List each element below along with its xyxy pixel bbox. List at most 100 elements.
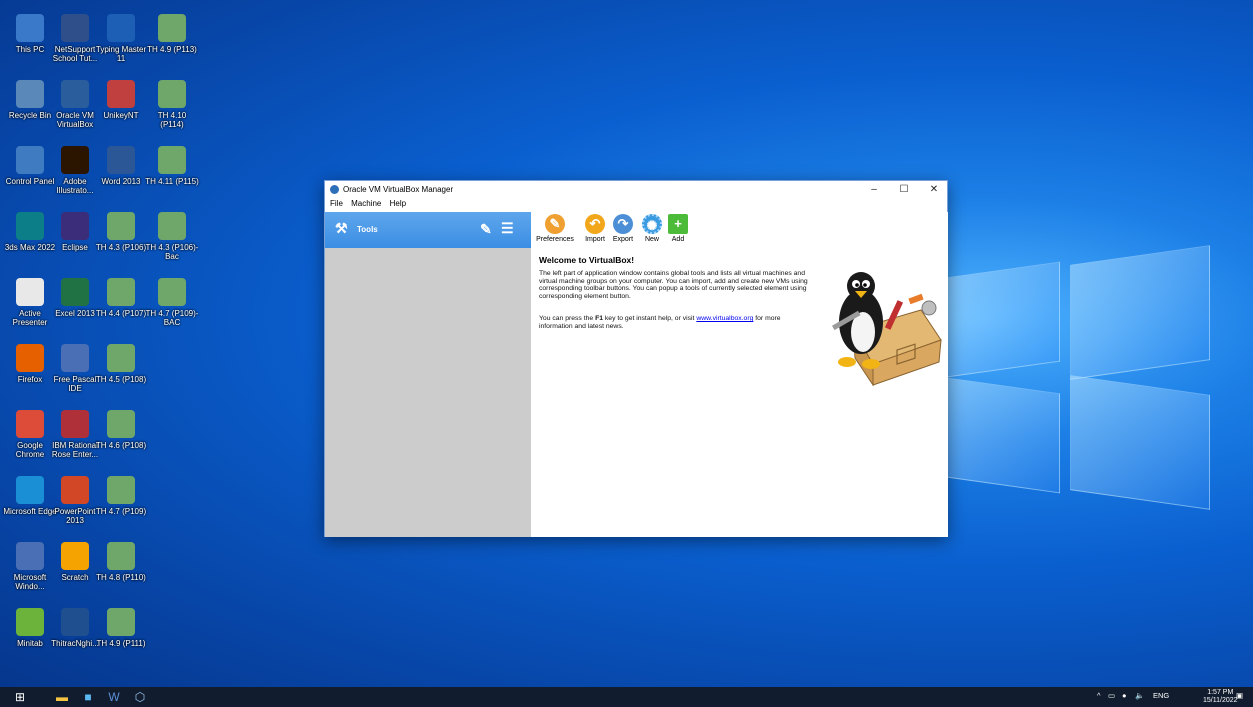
export-button[interactable]: ↷ Export [611, 214, 635, 243]
desktop-icon-label: Typing Master 11 [95, 45, 147, 63]
new-button[interactable]: ✺ New [641, 214, 663, 243]
excel-file-icon [107, 344, 135, 372]
welcome-title: Welcome to VirtualBox! [539, 255, 635, 265]
desktop-icon-label: TH 4.5 (P108) [95, 375, 147, 384]
tools-menu-icon[interactable]: ☰ [501, 220, 514, 237]
close-button[interactable]: ✕ [921, 182, 947, 197]
desktop-icon-excel-file[interactable]: TH 4.11 (P115) [145, 144, 199, 206]
export-label: Export [612, 236, 634, 243]
desktop-icon-excel-file[interactable]: TH 4.4 (P107) [94, 276, 148, 338]
desktop-icon-label: TH 4.4 (P107) [95, 309, 147, 318]
desktop-icon-typing-master[interactable]: Typing Master 11 [94, 12, 148, 74]
menu-file[interactable]: File [330, 199, 343, 208]
desktop-icon-excel-file[interactable]: TH 4.10 (P114) [145, 78, 199, 140]
menu-help[interactable]: Help [390, 199, 406, 208]
virtualbox-icon [61, 80, 89, 108]
excel-file-icon [107, 608, 135, 636]
clock[interactable]: 1:57 PM 15/11/2022 [1203, 689, 1238, 705]
illustrator-icon [61, 146, 89, 174]
desktop-icon-excel-file[interactable]: TH 4.7 (P109) [94, 474, 148, 536]
excel-file-icon [158, 212, 186, 240]
excel-file-icon [107, 212, 135, 240]
desktop-icon-excel-file[interactable]: TH 4.3 (P106) [94, 210, 148, 272]
free-pascal-icon [61, 344, 89, 372]
desktop-icon-label: TH 4.8 (P110) [96, 573, 146, 582]
new-icon: ✺ [642, 214, 662, 234]
computer-icon [16, 14, 44, 42]
preferences-label: Preferences [536, 236, 574, 243]
maximize-button[interactable]: ☐ [891, 182, 917, 197]
preferences-button[interactable]: ✎ Preferences [535, 214, 575, 243]
export-icon: ↷ [613, 214, 633, 234]
welcome-pane: ✎ Preferences ↶ Import ↷ Export ✺ New + … [531, 212, 948, 537]
preferences-icon: ✎ [545, 214, 565, 234]
math-icon [16, 542, 44, 570]
welcome-text: The left part of application window cont… [539, 270, 808, 300]
desktop-icon-excel-file[interactable]: TH 4.5 (P108) [94, 342, 148, 404]
desktop-icon-excel-file[interactable]: TH 4.3 (P106)-Bac [145, 210, 199, 272]
firefox-icon [16, 344, 44, 372]
excel-icon [61, 278, 89, 306]
language-indicator[interactable]: ENG [1153, 691, 1169, 700]
netsupport-icon [61, 14, 89, 42]
chevron-up-icon[interactable]: ^ [1097, 691, 1101, 700]
start-windows-icon[interactable]: ⊞ [12, 689, 28, 705]
f1-key: F1 [595, 315, 603, 322]
desktop-icon-label: TH 4.7 (P109) [95, 507, 147, 516]
control-panel-icon [16, 146, 44, 174]
tools-label: Tools [357, 225, 378, 234]
desktop-icon-label: TH 4.7 (P109)-BAC [145, 309, 199, 327]
window-title: Oracle VM VirtualBox Manager [343, 185, 454, 194]
network-icon[interactable]: ▭ [1108, 691, 1115, 700]
typing-master-icon [107, 14, 135, 42]
word-taskbar-icon[interactable]: W [106, 689, 122, 705]
machine-list-pane[interactable]: ⚒ Tools ✎ ☰ [325, 212, 531, 537]
chrome-icon [16, 410, 44, 438]
desktop-icon-excel-file[interactable]: TH 4.7 (P109)-BAC [145, 276, 199, 338]
netsupport-taskbar-icon[interactable]: ■ [80, 689, 96, 705]
excel-file-icon [107, 278, 135, 306]
unikey-icon [107, 80, 135, 108]
title-bar[interactable]: Oracle VM VirtualBox Manager – ☐ ✕ [325, 181, 947, 199]
desktop-icon-label: TH 4.10 (P114) [157, 111, 187, 129]
desktop-icon-label: TH 4.9 (P111) [96, 639, 146, 648]
desktop-icon-unikey[interactable]: UnikeyNT [94, 78, 148, 140]
device-icon[interactable]: ● [1122, 691, 1127, 700]
tools-item[interactable]: ⚒ Tools ✎ ☰ [325, 212, 531, 248]
desktop-icon-label: TH 4.6 (P108) [95, 441, 147, 450]
desktop-icon-excel-file[interactable]: TH 4.9 (P111) [94, 606, 148, 668]
excel-file-icon [158, 278, 186, 306]
desktop-icon-label: TH 4.3 (P106)-Bac [145, 243, 199, 261]
menu-bar: File Machine Help [325, 199, 947, 212]
scratch-icon [61, 542, 89, 570]
notification-icon[interactable]: ▣ [1236, 691, 1243, 700]
desktop-icon-excel-file[interactable]: TH 4.8 (P110) [94, 540, 148, 602]
recycle-bin-icon [16, 80, 44, 108]
active-presenter-icon [16, 278, 44, 306]
import-button[interactable]: ↶ Import [583, 214, 607, 243]
virtualbox-link[interactable]: www.virtualbox.org [696, 315, 753, 322]
welcome-illustration-icon [832, 272, 942, 387]
add-button[interactable]: + Add [667, 214, 689, 243]
excel-file-icon [107, 476, 135, 504]
menu-machine[interactable]: Machine [351, 199, 381, 208]
desktop-icon-label: TH 4.11 (P115) [145, 177, 199, 186]
excel-file-icon [158, 80, 186, 108]
clock-time: 1:57 PM [1207, 689, 1234, 696]
excel-file-icon [158, 14, 186, 42]
taskbar: ⊞ ▬ ■ W ⬡ ^ ▭ ● 🔈 ENG 1:57 PM 15/11/2022… [0, 687, 1253, 707]
desktop-icon-excel-file[interactable]: TH 4.9 (P113) [145, 12, 199, 74]
virtualbox-manager-window[interactable]: Oracle VM VirtualBox Manager – ☐ ✕ File … [324, 180, 948, 537]
pin-icon[interactable]: ✎ [480, 221, 492, 238]
eclipse-icon [61, 212, 89, 240]
file-explorer-icon[interactable]: ▬ [54, 689, 70, 705]
quiz-app-icon [61, 608, 89, 636]
volume-icon[interactable]: 🔈 [1135, 691, 1144, 700]
minimize-button[interactable]: – [861, 182, 887, 197]
tools-icon: ⚒ [335, 220, 348, 236]
excel-file-icon [158, 146, 186, 174]
desktop-icon-excel-file[interactable]: TH 4.6 (P108) [94, 408, 148, 470]
excel-file-icon [107, 410, 135, 438]
virtualbox-taskbar-icon[interactable]: ⬡ [132, 689, 148, 705]
desktop-icon-word[interactable]: Word 2013 [94, 144, 148, 206]
